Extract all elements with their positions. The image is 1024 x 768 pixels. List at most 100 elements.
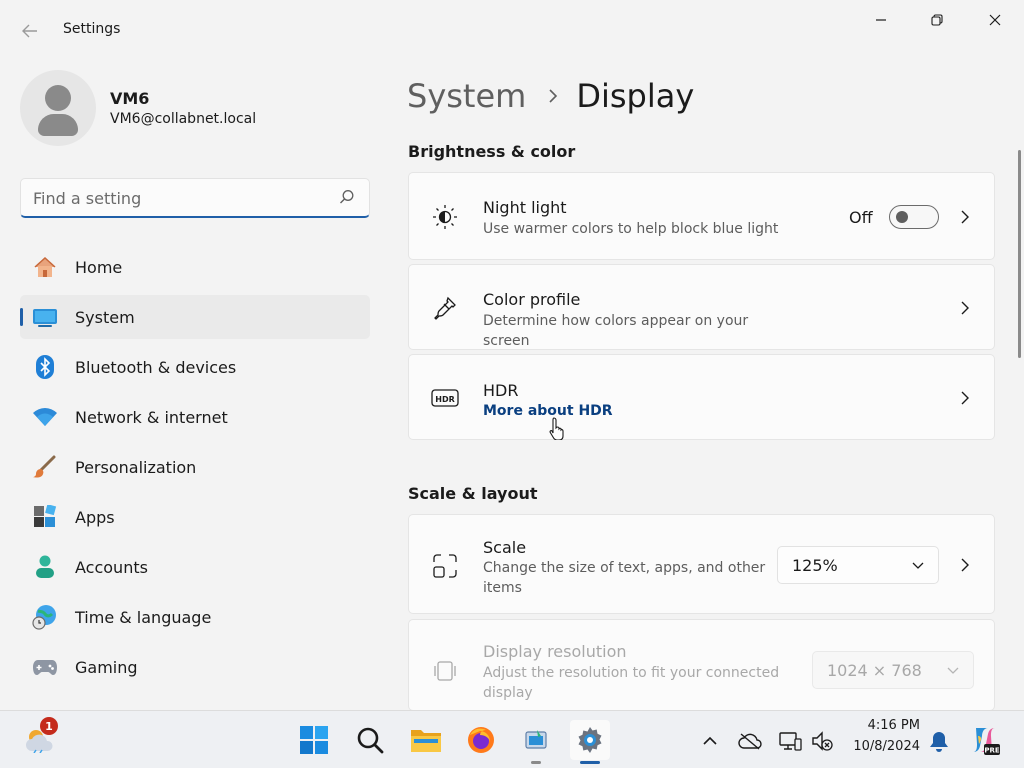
night-light-toggle-label: Off	[849, 208, 873, 227]
running-indicator	[531, 761, 541, 764]
search-box	[20, 178, 370, 218]
chevron-right-icon[interactable]	[957, 556, 973, 574]
scale-card[interactable]: Scale Change the size of text, apps, and…	[408, 514, 995, 614]
restore-button[interactable]	[914, 6, 960, 34]
sidebar-item-apps[interactable]: Apps	[20, 495, 370, 539]
hdr-icon: HDR	[431, 384, 459, 412]
wifi-icon	[32, 406, 58, 428]
chevron-right-icon	[548, 88, 558, 104]
chevron-right-icon[interactable]	[957, 389, 973, 407]
section-header-brightness: Brightness & color	[408, 142, 576, 161]
search-icon[interactable]	[339, 189, 355, 205]
gamepad-icon	[32, 656, 58, 678]
scale-icon	[431, 552, 459, 580]
sidebar-item-label: Accounts	[75, 558, 148, 577]
search-input[interactable]	[33, 187, 333, 209]
user-profile[interactable]: VM6 VM6@collabnet.local	[20, 70, 370, 150]
scale-subtitle: Change the size of text, apps, and other…	[483, 560, 766, 596]
sidebar-item-label: Network & internet	[75, 408, 228, 427]
copilot-button[interactable]: PRE	[964, 720, 1004, 760]
avatar	[20, 70, 96, 146]
clock-time[interactable]: 4:16 PM	[850, 718, 920, 733]
globe-clock-icon	[32, 605, 58, 630]
more-about-hdr-link[interactable]: More about HDR	[483, 403, 613, 419]
night-light-subtitle: Use warmer colors to help block blue lig…	[483, 221, 779, 237]
sidebar-item-label: Time & language	[75, 608, 212, 627]
chevron-down-icon	[947, 667, 959, 674]
sidebar-item-personalization[interactable]: Personalization	[20, 445, 370, 489]
close-button[interactable]	[972, 6, 1018, 34]
cloud-offline-icon	[738, 733, 762, 750]
weather-notification-badge: 1	[40, 717, 58, 735]
bell-icon	[930, 732, 948, 752]
toggle-knob	[896, 211, 908, 223]
firefox-button[interactable]	[461, 720, 501, 760]
hdr-title: HDR	[483, 381, 519, 400]
color-picker-icon	[431, 294, 459, 322]
start-button[interactable]	[294, 720, 334, 760]
clock-date[interactable]: 10/8/2024	[850, 739, 920, 754]
breadcrumb: System Display	[407, 74, 694, 118]
settings-app-button[interactable]	[570, 720, 610, 760]
night-light-toggle[interactable]	[889, 205, 939, 229]
night-light-card[interactable]: Night light Use warmer colors to help bl…	[408, 172, 995, 260]
page-title: Display	[576, 77, 695, 115]
folder-icon	[411, 730, 441, 752]
color-profile-subtitle: Determine how colors appear on your scre…	[483, 313, 749, 349]
sidebar-item-gaming[interactable]: Gaming	[20, 645, 370, 689]
sidebar-item-bluetooth[interactable]: Bluetooth & devices	[20, 345, 370, 389]
app-window-icon	[525, 730, 547, 749]
color-profile-card[interactable]: Color profile Determine how colors appea…	[408, 264, 995, 350]
windows-logo-icon	[300, 726, 328, 754]
paintbrush-icon	[32, 455, 58, 478]
copilot-icon: PRE	[973, 728, 1000, 755]
sidebar-item-label: Personalization	[75, 458, 197, 477]
onedrive-button[interactable]	[738, 729, 762, 753]
scale-dropdown-value: 125%	[792, 556, 838, 575]
file-explorer-button[interactable]	[406, 720, 446, 760]
close-icon	[989, 14, 1001, 26]
taskbar-search-button[interactable]	[350, 720, 390, 760]
sidebar-item-label: Home	[75, 258, 123, 277]
network-monitor-icon	[779, 732, 802, 751]
sidebar-nav: Home System Bluetooth & devices Network …	[20, 245, 370, 695]
svg-text:HDR: HDR	[435, 395, 455, 404]
network-tray-button[interactable]	[778, 729, 802, 753]
profile-email: VM6@collabnet.local	[110, 111, 257, 127]
sidebar-item-label: Gaming	[75, 658, 138, 677]
sidebar-item-label: Bluetooth & devices	[75, 358, 237, 377]
restore-icon	[931, 14, 943, 26]
volume-tray-button[interactable]	[810, 729, 834, 753]
chevron-down-icon	[912, 562, 924, 569]
sidebar-item-label: Apps	[75, 508, 115, 527]
chevron-right-icon[interactable]	[957, 299, 973, 317]
apps-icon	[32, 505, 58, 528]
avatar-body	[38, 114, 78, 136]
sidebar-item-home[interactable]: Home	[20, 245, 370, 289]
app-title: Settings	[63, 21, 121, 37]
display-resolution-card: Display resolution Adjust the resolution…	[408, 619, 995, 711]
search-icon	[357, 727, 384, 754]
show-hidden-icons-button[interactable]	[698, 729, 722, 753]
chevron-right-icon[interactable]	[957, 208, 973, 226]
sidebar-item-time-language[interactable]: Time & language	[20, 595, 370, 639]
hand-cursor-icon	[549, 417, 564, 440]
sidebar-item-accounts[interactable]: Accounts	[20, 545, 370, 589]
active-indicator	[580, 761, 600, 764]
sidebar-item-network[interactable]: Network & internet	[20, 395, 370, 439]
scale-title: Scale	[483, 538, 527, 557]
scale-dropdown[interactable]: 125%	[777, 546, 939, 584]
sidebar-item-system[interactable]: System	[20, 295, 370, 339]
display-resolution-subtitle: Adjust the resolution to fit your connec…	[483, 665, 780, 701]
minimize-button[interactable]	[858, 6, 904, 34]
sidebar-item-label: System	[75, 308, 135, 327]
back-button[interactable]	[14, 18, 46, 44]
section-header-scale-layout: Scale & layout	[408, 484, 538, 503]
taskbar-app-button[interactable]	[516, 720, 556, 760]
back-arrow-icon	[22, 24, 37, 38]
hdr-card[interactable]: HDR HDR More about HDR	[408, 354, 995, 440]
gear-icon	[578, 727, 602, 753]
scrollbar-thumb[interactable]	[1018, 150, 1021, 358]
notification-bell-button[interactable]	[927, 729, 951, 753]
breadcrumb-parent[interactable]: System	[407, 77, 526, 115]
